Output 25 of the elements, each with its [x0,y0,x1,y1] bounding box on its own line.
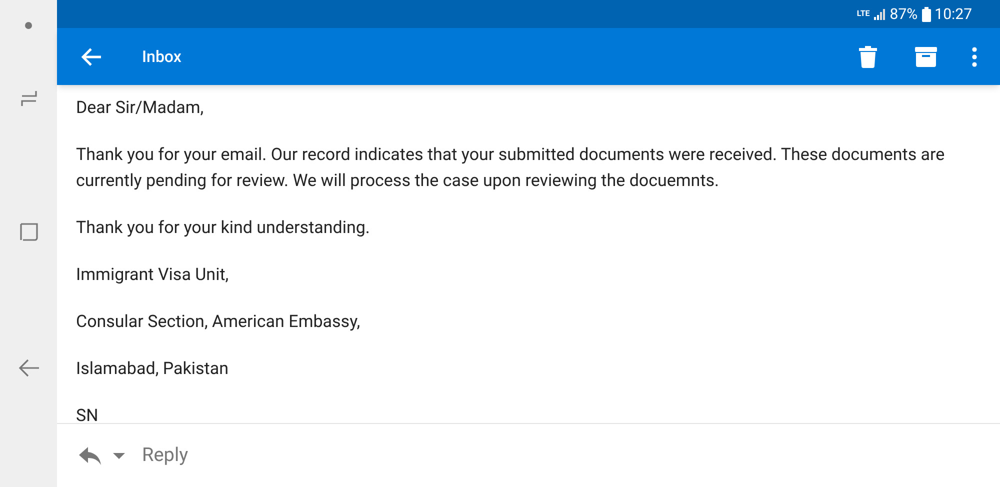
battery-icon [922,6,931,22]
back-icon[interactable] [18,358,40,378]
message-paragraph: Islamabad, Pakistan [76,358,230,381]
message-paragraph: Thank you for your kind understanding. [76,217,371,240]
archive-button[interactable] [914,44,938,68]
delete-button[interactable] [856,44,880,68]
clock: 10:27 [934,4,972,25]
message-paragraph: Dear Sir/Madam, [76,97,205,120]
message-paragraph: Thank you for your email. Our record indicates that your submitted documents were received. These documents are currently pending for review. We will process the case upon reviewing the docuemnts. [76,144,946,193]
message-paragraph: SN [76,405,100,423]
app-bar-title: Inbox [142,46,182,68]
trash-icon [859,46,877,68]
message-paragraph: Immigrant Visa Unit, [76,264,230,287]
recent-apps-icon[interactable] [18,89,38,109]
reply-icon[interactable] [79,446,101,464]
message-paragraph: Consular Section, American Embassy, [76,311,362,334]
more-icon [972,46,976,66]
back-arrow-icon [81,48,101,66]
battery-level: 87% [890,4,918,25]
home-icon[interactable] [18,222,38,242]
archive-icon [915,46,937,66]
signal-icon [874,8,886,20]
caret-icon[interactable] [113,452,125,458]
network-label: LTE [856,10,870,18]
reply-button[interactable]: Reply [142,441,188,470]
